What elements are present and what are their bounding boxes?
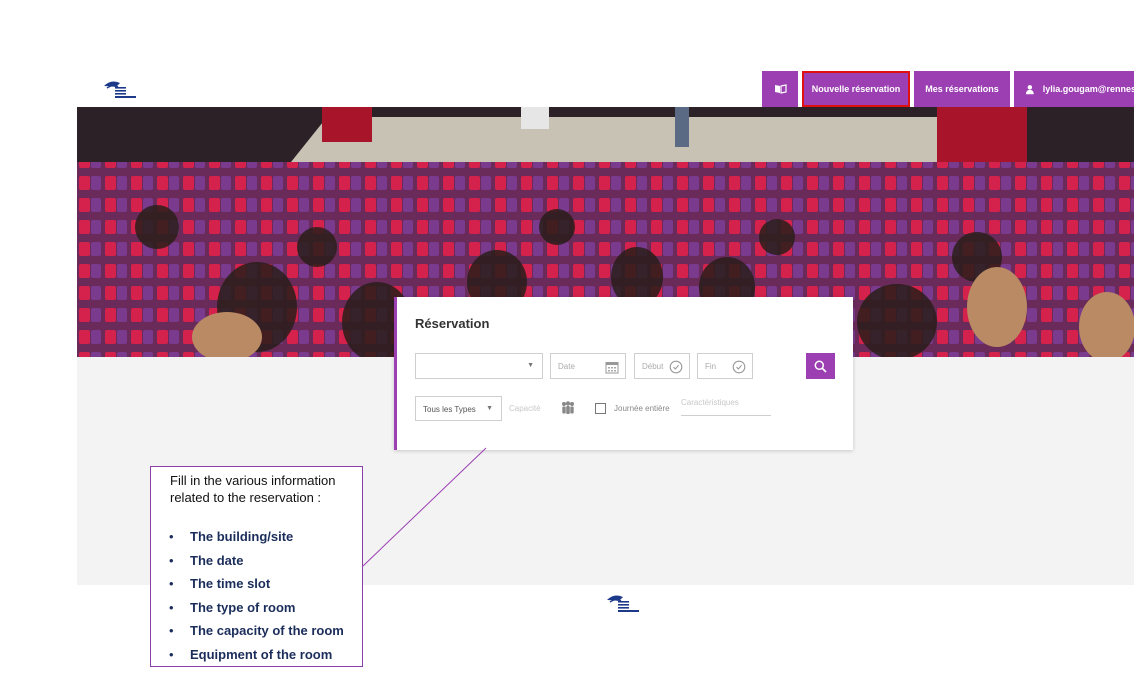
my-reservations-button[interactable]: Mes réservations xyxy=(914,71,1010,107)
list-item-text: The capacity of the room xyxy=(190,623,344,639)
list-item-text: Equipment of the room xyxy=(190,646,333,662)
new-reservation-label: Nouvelle réservation xyxy=(811,84,901,94)
room-type-value: Tous les Types xyxy=(423,405,476,414)
full-day-label: Journée entière xyxy=(614,404,670,413)
start-placeholder: Début xyxy=(642,362,664,371)
end-time-input[interactable]: Fin xyxy=(697,353,753,379)
user-icon xyxy=(1026,84,1034,94)
chevron-down-icon: ▼ xyxy=(527,362,534,369)
callout-intro: Fill in the various information related … xyxy=(170,473,336,505)
user-email: lylia.gougam@rennes-s xyxy=(1042,84,1134,94)
list-item-text: The time slot xyxy=(190,576,271,592)
university-logo-footer xyxy=(607,595,639,612)
features-input[interactable]: Caractéristiques xyxy=(681,396,771,416)
reservation-panel: Réservation ▼ Date Début Fin Tous les Ty… xyxy=(394,297,853,450)
my-reservations-label: Mes réservations xyxy=(925,84,999,94)
top-navigation: Nouvelle réservation Mes réservations ly… xyxy=(762,71,1134,107)
full-day-checkbox[interactable] xyxy=(595,403,606,414)
book-open-icon xyxy=(774,84,787,94)
chevron-down-icon: ▼ xyxy=(486,405,493,412)
list-item-text: The date xyxy=(190,552,244,568)
user-menu[interactable]: lylia.gougam@rennes-s xyxy=(1014,71,1134,107)
date-input[interactable]: Date xyxy=(550,353,626,379)
date-placeholder: Date xyxy=(558,362,575,371)
room-type-select[interactable]: Tous les Types ▼ xyxy=(415,396,502,421)
end-placeholder: Fin xyxy=(705,362,717,371)
features-placeholder: Caractéristiques xyxy=(681,398,739,407)
guide-button[interactable] xyxy=(762,71,798,107)
site-select[interactable]: ▼ xyxy=(415,353,543,379)
calendar-icon xyxy=(605,362,619,374)
clock-icon xyxy=(669,360,683,374)
university-logo[interactable] xyxy=(102,78,138,100)
search-icon xyxy=(814,360,827,373)
capacity-input[interactable]: Capacité xyxy=(509,404,541,413)
reservation-title: Réservation xyxy=(415,316,490,331)
new-reservation-button[interactable]: Nouvelle réservation xyxy=(802,71,910,107)
clock-icon xyxy=(732,360,746,374)
people-icon xyxy=(562,401,574,414)
start-time-input[interactable]: Début xyxy=(634,353,690,379)
list-item-text: The building/site xyxy=(190,529,294,544)
search-button[interactable] xyxy=(806,353,835,379)
list-item-text: The type of room xyxy=(190,599,296,615)
instruction-callout: Fill in the various information related … xyxy=(150,466,363,667)
